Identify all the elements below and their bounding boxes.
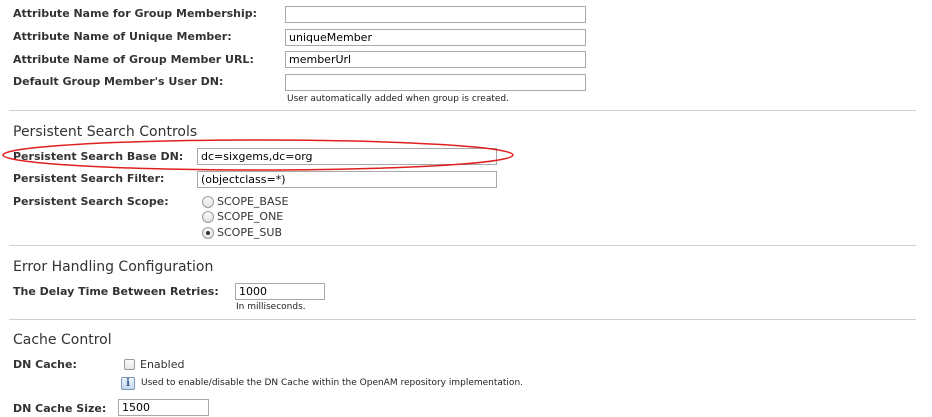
scope-label: Persistent Search Scope: <box>13 195 169 208</box>
dn-cache-enabled[interactable]: Enabled <box>124 357 184 372</box>
cache-size-label: DN Cache Size: <box>13 402 107 415</box>
radio-button[interactable] <box>202 195 214 208</box>
cache-size-input[interactable]: 1500 <box>118 399 209 416</box>
default-member-help: User automatically added when group is c… <box>287 94 510 104</box>
delay-help: In milliseconds. <box>236 302 306 312</box>
unique-member-label: Attribute Name of Unique Member: <box>13 30 232 43</box>
filter-label: Persistent Search Filter: <box>13 172 165 185</box>
checkbox[interactable] <box>124 359 135 370</box>
membership-attr-input[interactable] <box>285 6 586 23</box>
scope-option-label: SCOPE_SUB <box>217 226 282 239</box>
delay-input[interactable]: 1000 <box>235 283 325 300</box>
delay-label: The Delay Time Between Retries: <box>13 285 219 298</box>
membership-attr-label: Attribute Name for Group Membership: <box>13 7 258 20</box>
scope-option-sub[interactable]: SCOPE_SUB <box>202 225 282 240</box>
scope-option-base[interactable]: SCOPE_BASE <box>202 194 288 209</box>
scope-option-label: SCOPE_BASE <box>217 195 289 208</box>
dn-cache-label: DN Cache: <box>13 358 77 371</box>
member-url-input[interactable]: memberUrl <box>285 51 586 68</box>
radio-button-selected[interactable] <box>202 226 214 239</box>
scope-option-one[interactable]: SCOPE_ONE <box>202 209 283 224</box>
dn-cache-enabled-label: Enabled <box>140 358 185 371</box>
default-member-input[interactable] <box>285 74 586 91</box>
highlight-ellipse <box>2 139 514 171</box>
highlight-ellipse-shape <box>2 139 514 171</box>
section-divider <box>9 110 916 111</box>
unique-member-input[interactable]: uniqueMember <box>285 29 586 46</box>
default-member-label: Default Group Member's User DN: <box>13 75 224 88</box>
dn-cache-help: Used to enable/disable the DN Cache with… <box>141 378 524 388</box>
filter-input[interactable]: (objectclass=*) <box>197 171 497 188</box>
section-divider <box>9 319 916 320</box>
cache-control-heading: Cache Control <box>13 332 112 348</box>
radio-button[interactable] <box>202 210 214 223</box>
info-icon: i <box>121 377 135 390</box>
error-handling-heading: Error Handling Configuration <box>13 259 214 275</box>
section-divider <box>9 245 916 246</box>
member-url-label: Attribute Name of Group Member URL: <box>13 53 254 66</box>
scope-option-label: SCOPE_ONE <box>217 210 284 223</box>
